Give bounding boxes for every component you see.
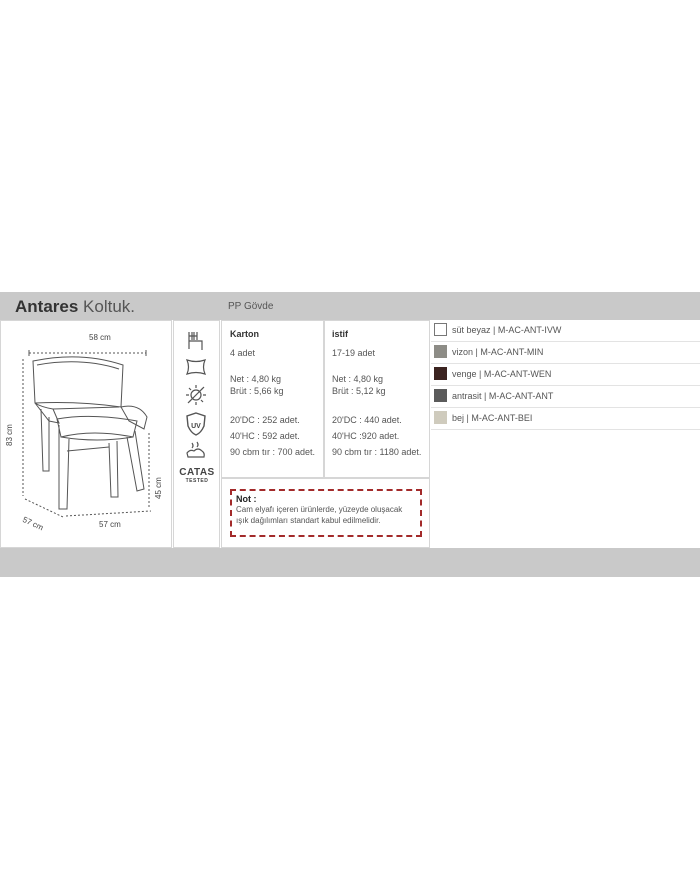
- karton-net: Net : 4,80 kg: [230, 374, 282, 384]
- istif-qty: 17-19 adet: [332, 348, 376, 358]
- istif-heading: istif: [332, 329, 349, 339]
- sun-icon: [186, 385, 206, 405]
- istif-tir: 90 cbm tır : 1180 adet.: [332, 447, 422, 457]
- width-dimension: 58 cm: [89, 333, 111, 342]
- note-box: Not : Cam elyafı içeren ürünlerde, yüzey…: [230, 489, 422, 537]
- istif-net: Net : 4,80 kg: [332, 374, 384, 384]
- color-swatch: [434, 411, 447, 424]
- karton-20dc: 20'DC : 252 adet.: [230, 415, 300, 425]
- bottom-width-dimension: 57 cm: [99, 520, 121, 529]
- color-swatch: [434, 389, 447, 402]
- product-title: Antares Koltuk.: [15, 297, 135, 317]
- color-label: venge | M-AC-ANT-WEN: [452, 369, 552, 379]
- catas-tested-logo: CATAS TESTED: [178, 467, 216, 484]
- color-label: bej | M-AC-ANT-BEI: [452, 413, 533, 423]
- color-option: süt beyaz | M-AC-ANT-IVW: [431, 320, 700, 342]
- color-swatch: [434, 345, 447, 358]
- uv-label: UV: [191, 423, 201, 430]
- karton-panel: Karton 4 adet Net : 4,80 kg Brüt : 5,66 …: [221, 320, 324, 478]
- color-option: antrasit | M-AC-ANT-ANT: [431, 386, 700, 408]
- seat-height-dimension: 45 cm: [154, 477, 163, 499]
- technical-drawing-panel: 58 cm 83 cm 45 cm 57 cm 57 cm: [0, 320, 172, 548]
- height-dimension: 83 cm: [5, 424, 14, 446]
- wash-icon: [186, 441, 205, 458]
- chair-drawing: [22, 350, 152, 518]
- karton-40hc: 40'HC : 592 adet.: [230, 431, 300, 441]
- color-option: vizon | M-AC-ANT-MIN: [431, 342, 700, 364]
- catas-label: CATAS: [179, 467, 215, 478]
- color-swatch: [434, 323, 447, 336]
- product-name: Antares: [15, 297, 79, 316]
- color-option: bej | M-AC-ANT-BEI: [431, 408, 700, 430]
- istif-panel: istif 17-19 adet Net : 4,80 kg Brüt : 5,…: [324, 320, 430, 478]
- catas-sublabel: TESTED: [185, 478, 209, 484]
- color-label: süt beyaz | M-AC-ANT-IVW: [452, 325, 562, 335]
- istif-40hc: 40'HC :920 adet.: [332, 431, 400, 441]
- features-icons-panel: UV CATAS TESTED: [173, 320, 220, 548]
- note-title: Not :: [236, 494, 257, 504]
- color-option: venge | M-AC-ANT-WEN: [431, 364, 700, 386]
- product-sheet: Antares Koltuk. PP Gövde 58 cm 83 cm 45 …: [0, 292, 700, 577]
- footer-bar: [0, 548, 700, 577]
- color-options-panel: süt beyaz | M-AC-ANT-IVW vizon | M-AC-AN…: [431, 320, 700, 548]
- istif-brut: Brüt : 5,12 kg: [332, 386, 386, 396]
- karton-qty: 4 adet: [230, 348, 256, 358]
- karton-brut: Brüt : 5,66 kg: [230, 386, 284, 396]
- note-panel: Not : Cam elyafı içeren ürünlerde, yüzey…: [221, 478, 430, 548]
- product-type: Koltuk.: [83, 297, 136, 316]
- color-swatch: [434, 367, 447, 380]
- karton-tir: 90 cbm tır : 700 adet.: [230, 447, 316, 457]
- uv-shield-icon: UV: [186, 412, 206, 436]
- istif-20dc: 20'DC : 440 adet.: [332, 415, 402, 425]
- color-label: antrasit | M-AC-ANT-ANT: [452, 391, 554, 401]
- note-line-1: Cam elyafı içeren ürünlerde, yüzeyde olu…: [236, 505, 403, 514]
- note-line-2: ışık dağılımları standart kabul edilmeli…: [236, 516, 381, 525]
- product-subtitle: PP Gövde: [228, 301, 274, 312]
- header-bar: Antares Koltuk. PP Gövde: [0, 292, 700, 320]
- karton-heading: Karton: [230, 329, 259, 339]
- cushion-icon: [185, 359, 207, 375]
- chair-stack-icon: [188, 332, 203, 350]
- color-label: vizon | M-AC-ANT-MIN: [452, 347, 544, 357]
